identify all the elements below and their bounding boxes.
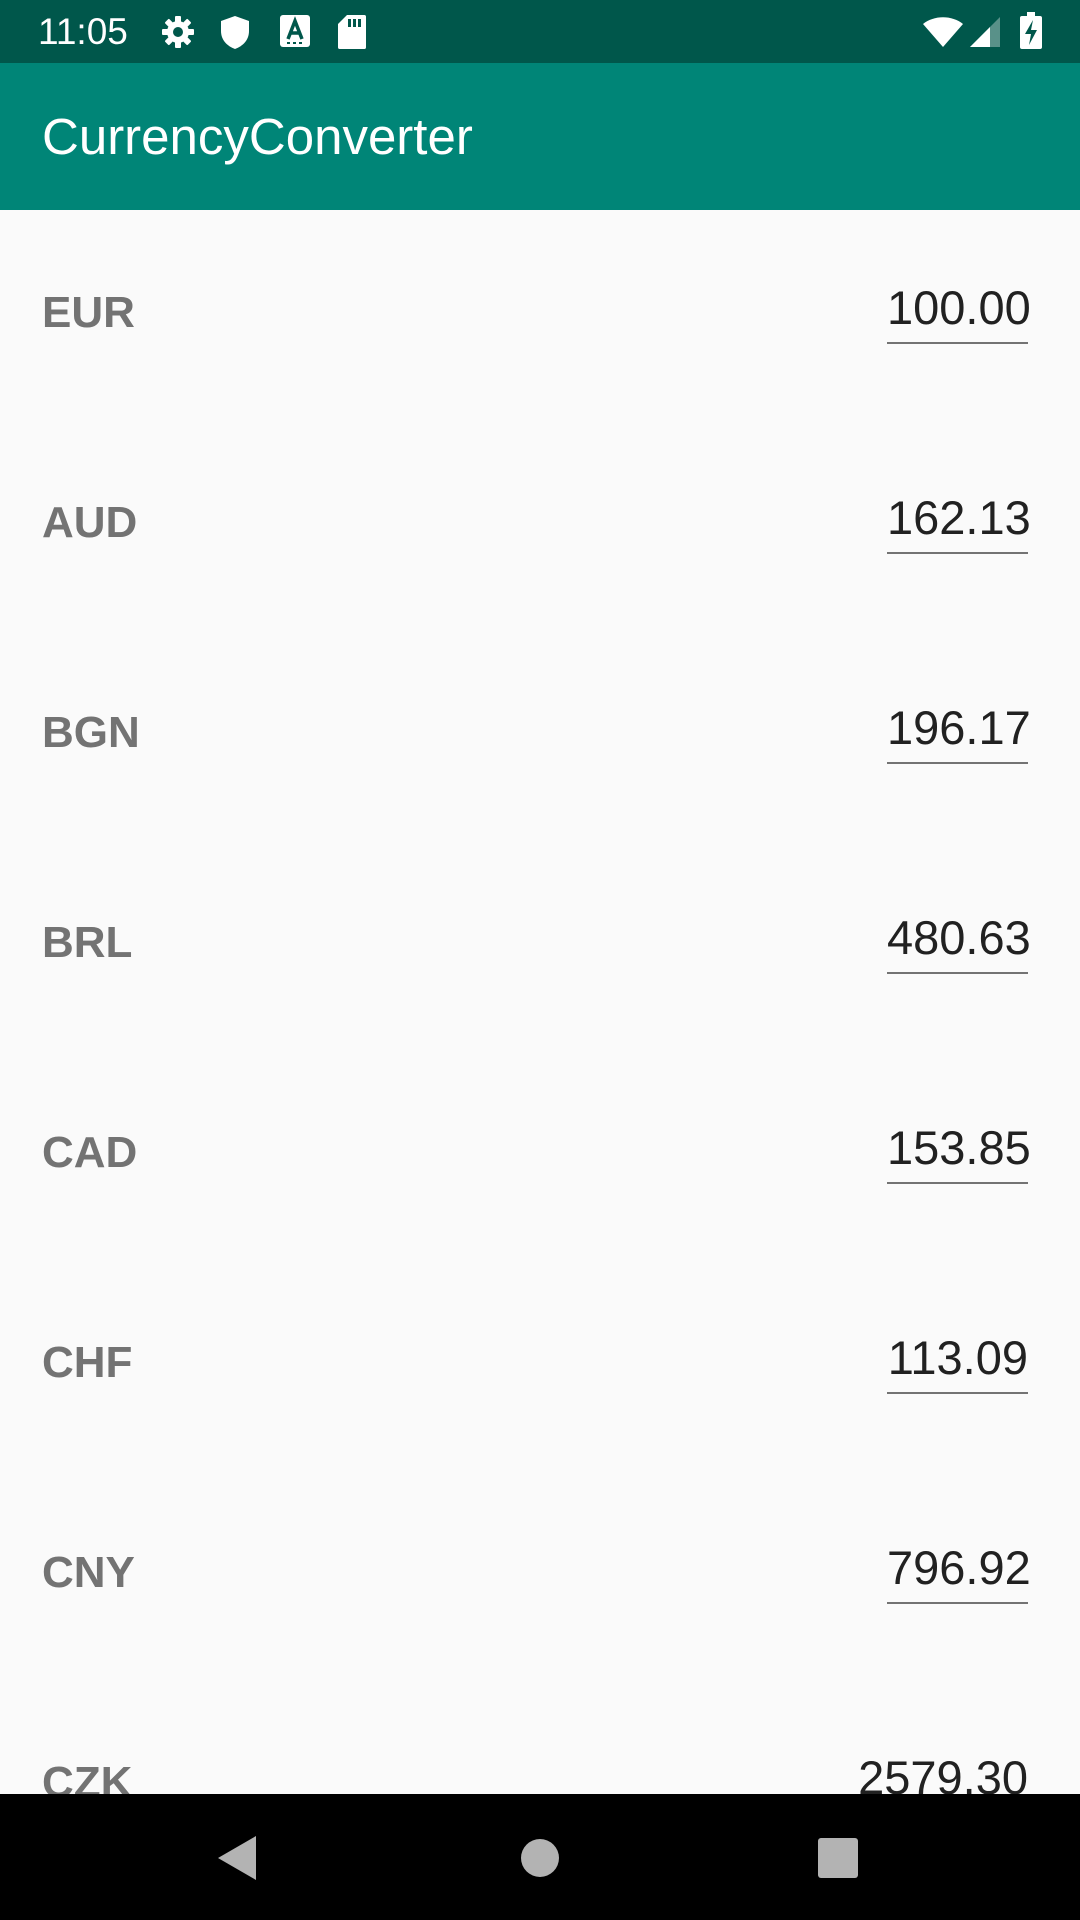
currency-code: BGN [42, 708, 140, 757]
recents-icon[interactable] [808, 1828, 868, 1888]
status-bar: 11:05 [0, 0, 1080, 63]
amount-input[interactable]: 162.13 [887, 490, 1031, 554]
status-time: 11:05 [38, 11, 128, 52]
currency-code: CNY [42, 1548, 135, 1597]
currency-code: CHF [42, 1338, 133, 1387]
keyboard-a-icon [279, 14, 311, 53]
currency-row-czk[interactable]: CZK 2579.30 [0, 1680, 1080, 1794]
app-bar: CurrencyConverter [0, 63, 1080, 210]
currency-row-brl[interactable]: BRL 480.63 [0, 840, 1080, 1050]
currency-code: BRL [42, 918, 133, 967]
currency-code: CAD [42, 1128, 138, 1177]
amount-input[interactable]: 196.17 [887, 700, 1031, 764]
currency-row-chf[interactable]: CHF 113.09 [0, 1260, 1080, 1470]
amount-input[interactable]: 113.09 [887, 1330, 1028, 1394]
cell-signal-icon [968, 16, 1002, 53]
back-icon[interactable] [208, 1828, 268, 1888]
navigation-bar [0, 1794, 1080, 1920]
currency-row-bgn[interactable]: BGN 196.17 [0, 630, 1080, 840]
amount-input[interactable]: 480.63 [887, 910, 1031, 974]
gear-icon [160, 14, 196, 55]
app-title: CurrencyConverter [42, 108, 473, 165]
currency-list[interactable]: EUR 100.00 AUD 162.13 BGN 196.17 BRL 480… [0, 210, 1080, 1794]
currency-code: AUD [42, 498, 138, 547]
amount-input[interactable]: 100.00 [887, 280, 1031, 344]
amount-input[interactable]: 153.85 [887, 1120, 1031, 1184]
currency-row-cad[interactable]: CAD 153.85 [0, 1050, 1080, 1260]
home-icon[interactable] [510, 1828, 570, 1888]
currency-row-aud[interactable]: AUD 162.13 [0, 420, 1080, 630]
sd-card-icon [337, 14, 367, 55]
shield-icon [219, 14, 251, 55]
battery-charging-icon [1019, 12, 1043, 55]
currency-row-cny[interactable]: CNY 796.92 [0, 1470, 1080, 1680]
currency-row-eur[interactable]: EUR 100.00 [0, 210, 1080, 420]
amount-input[interactable]: 796.92 [887, 1540, 1031, 1604]
amount-input[interactable]: 2579.30 [858, 1750, 1028, 1794]
currency-code: CZK [42, 1758, 133, 1794]
wifi-icon [922, 16, 964, 53]
currency-code: EUR [42, 288, 135, 337]
